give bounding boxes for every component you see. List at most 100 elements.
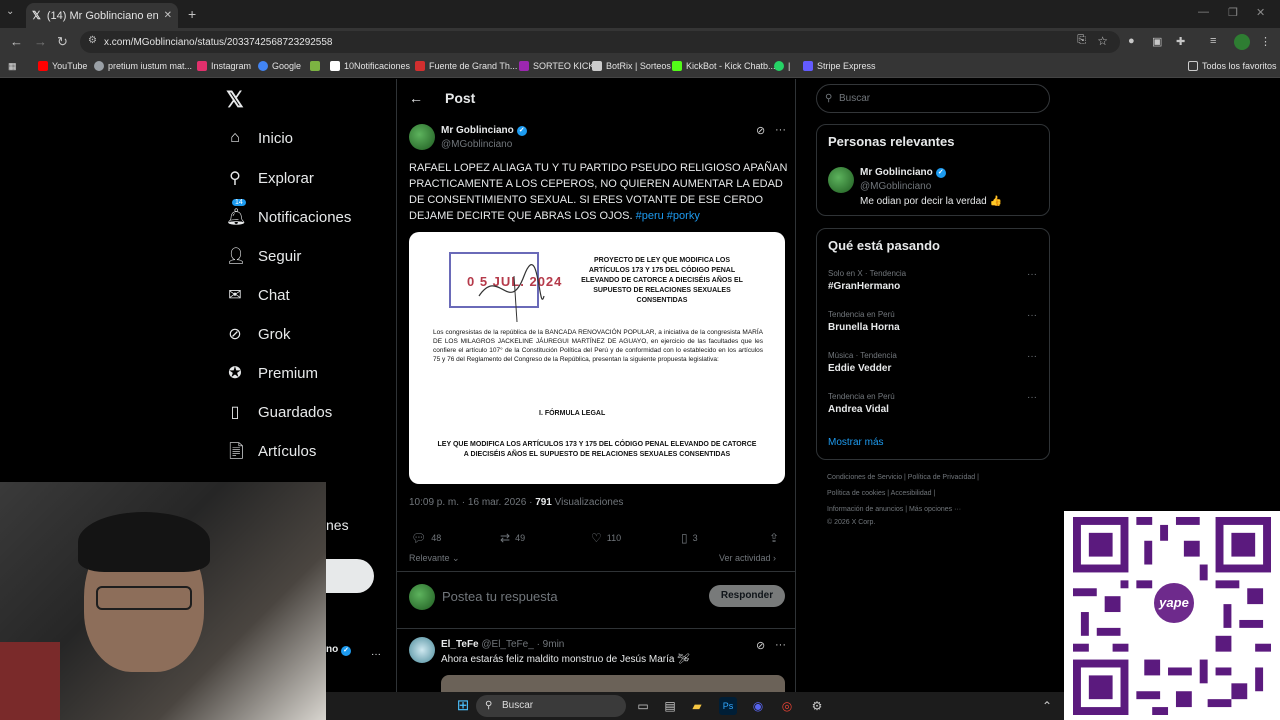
address-bar[interactable]: ⚙ x.com/MGoblinciano/status/203374256872… <box>80 31 1120 53</box>
like-button[interactable]: ♡ 110 <box>591 531 621 545</box>
grok-explain-icon[interactable]: ⊘ <box>756 639 765 652</box>
restore-icon[interactable]: ❐ <box>1228 6 1238 19</box>
bookmark-item[interactable]: Instagram <box>197 61 251 71</box>
install-app-icon[interactable]: ⎘ <box>1077 34 1086 47</box>
bookmarks-bar: ▦ YouTube pretium iustum mat... Instagra… <box>0 56 1280 78</box>
more-options-icon[interactable]: ··· <box>775 124 786 136</box>
browser-menu-icon[interactable]: ⋮ <box>1260 35 1271 48</box>
sidebar-item-grok[interactable]: ⊘ Grok <box>226 324 291 344</box>
profile-avatar[interactable] <box>1234 34 1250 50</box>
new-tab-icon[interactable]: + <box>188 6 196 22</box>
post-image[interactable]: 0 5 JUL. 2024 PROYECTO DE LEY QUE MODIFI… <box>409 232 785 484</box>
minimize-icon[interactable]: — <box>1198 6 1209 18</box>
app-icon[interactable]: ⚙ <box>808 697 826 715</box>
apps-icon[interactable]: ▦ <box>8 61 17 72</box>
extensions-puzzle-icon[interactable]: ✚ <box>1176 35 1185 48</box>
view-activity-link[interactable]: Ver actividad › <box>719 553 776 563</box>
bookmark-star-icon[interactable]: ☆ <box>1097 34 1108 48</box>
reply-input[interactable]: Postea tu respuesta <box>442 589 558 604</box>
forward-icon[interactable]: → <box>34 34 47 49</box>
photoshop-icon[interactable]: Ps <box>719 697 737 715</box>
task-view-icon[interactable]: ▭ <box>634 697 652 715</box>
footer-links[interactable]: Política de cookies | Accesibilidad | <box>827 490 935 497</box>
post-button[interactable] <box>326 559 374 593</box>
show-more-link[interactable]: Mostrar más <box>828 437 884 448</box>
bookmark-item[interactable]: 10Notificaciones <box>330 61 410 71</box>
more-options-icon[interactable]: ··· <box>775 639 786 651</box>
footer-links[interactable]: Información de anuncios | Más opciones ·… <box>827 506 961 513</box>
more-options-icon[interactable]: ··· <box>1027 310 1037 321</box>
site-info-icon[interactable]: ⚙ <box>88 35 97 46</box>
relevant-handle[interactable]: @MGoblinciano <box>860 181 931 192</box>
search-input[interactable]: ⚲ Buscar <box>816 84 1050 113</box>
search-icon: ⚲ <box>825 93 833 104</box>
chrome-icon[interactable]: ◎ <box>778 697 796 715</box>
bookmark-item[interactable]: SORTEO KICK <box>519 61 594 71</box>
bookmark-item[interactable]: KickBot - Kick Chatb... <box>672 61 776 71</box>
tab-list-icon[interactable]: ⌄ <box>6 6 14 17</box>
bookmark-item[interactable]: pretium iustum mat... <box>94 61 192 71</box>
extension-icon[interactable]: ▣ <box>1152 35 1162 48</box>
bookmark-item[interactable] <box>310 61 320 71</box>
kickbot-icon <box>672 61 682 71</box>
hashtag-link[interactable]: #peru <box>636 210 664 222</box>
trends-panel: Qué está pasando Solo en X · Tendencia #… <box>816 228 1050 460</box>
footer-links[interactable]: Condiciones de Servicio | Política de Pr… <box>827 474 979 481</box>
back-icon[interactable]: ← <box>10 34 23 49</box>
tray-chevron-icon[interactable]: ⌃ <box>1038 697 1056 715</box>
sidebar-item-seguir[interactable]: 👤︎ Seguir <box>226 246 301 266</box>
back-arrow-icon[interactable]: ← <box>409 90 423 106</box>
reply-submit-button[interactable]: Responder <box>709 585 785 607</box>
x-logo-icon[interactable]: 𝕏 <box>226 87 244 113</box>
comment-image[interactable] <box>441 675 785 692</box>
extension-icon[interactable]: ● <box>1128 35 1135 47</box>
bookmark-item[interactable]: Stripe Express <box>803 61 876 71</box>
sidebar-item-articulos[interactable]: 📄︎ Artículos <box>226 441 316 461</box>
sidebar-item-explorar[interactable]: ⚲ Explorar <box>226 168 314 188</box>
sidebar-item-notificaciones[interactable]: 🔔︎ 14 Notificaciones <box>226 199 351 227</box>
media-control-icon[interactable]: ≡ <box>1210 35 1216 47</box>
more-options-icon[interactable]: ··· <box>1027 269 1037 280</box>
hashtag-link[interactable]: #porky <box>667 210 700 222</box>
reload-icon[interactable]: ↻ <box>57 34 68 50</box>
sidebar-item-label[interactable]: nes <box>326 517 349 533</box>
browser-tab[interactable]: 𝕏 (14) Mr Goblinciano en X: "RAFA ✕ <box>26 3 178 28</box>
sidebar-item-label: Grok <box>258 325 291 343</box>
sidebar-item-inicio[interactable]: ⌂ Inicio <box>226 129 293 147</box>
more-options-icon[interactable]: ··· <box>1027 351 1037 362</box>
grok-explain-icon[interactable]: ⊘ <box>756 124 765 137</box>
relevant-avatar[interactable] <box>828 167 854 193</box>
bookmark-item[interactable]: YouTube <box>38 61 87 71</box>
heart-icon: ♡ <box>591 531 602 545</box>
account-switcher[interactable]: no ✓ <box>326 644 351 656</box>
sort-dropdown[interactable]: Relevante ⌄ <box>409 553 460 564</box>
sidebar-item-guardados[interactable]: ▯ Guardados <box>226 402 333 422</box>
bookmark-button[interactable]: ▯ 3 <box>681 531 698 545</box>
more-options-icon[interactable]: ··· <box>371 649 381 660</box>
repost-button[interactable]: ⇄ 49 <box>500 531 525 545</box>
reply-button[interactable]: 💬︎ 48 <box>411 531 441 545</box>
sidebar-item-chat[interactable]: ✉ Chat <box>226 285 289 305</box>
notification-badge: 14 <box>232 199 246 206</box>
sidebar-item-premium[interactable]: ✪ Premium <box>226 363 318 383</box>
taskbar-search[interactable]: ⚲ Buscar <box>476 695 626 717</box>
share-button[interactable]: ⇪ <box>769 531 779 545</box>
app-icon[interactable]: ▤ <box>661 697 679 715</box>
author-handle[interactable]: @MGoblinciano <box>441 139 512 150</box>
all-bookmarks[interactable]: Todos los favoritos <box>1188 61 1277 71</box>
bookmark-item[interactable]: BotRix | Sorteos <box>592 61 671 71</box>
more-options-icon[interactable]: ··· <box>1027 392 1037 403</box>
commenter-avatar[interactable] <box>409 637 435 663</box>
discord-icon[interactable]: ◉ <box>749 697 767 715</box>
file-explorer-icon[interactable]: ▰ <box>688 697 706 715</box>
relevant-name[interactable]: Mr Goblinciano ✓ <box>860 167 946 178</box>
author-avatar[interactable] <box>409 124 435 150</box>
close-window-icon[interactable]: ✕ <box>1256 6 1265 19</box>
commenter-name[interactable]: El_TeFe @El_TeFe_ · 9min <box>441 639 564 650</box>
close-tab-icon[interactable]: ✕ <box>164 10 172 21</box>
bookmark-item[interactable]: | <box>774 61 790 71</box>
bookmark-item[interactable]: Google <box>258 61 301 71</box>
bookmark-item[interactable]: Fuente de Grand Th... <box>415 61 517 71</box>
windows-start-icon[interactable]: ⊞ <box>454 697 472 715</box>
author-name[interactable]: Mr Goblinciano ✓ <box>441 125 527 136</box>
